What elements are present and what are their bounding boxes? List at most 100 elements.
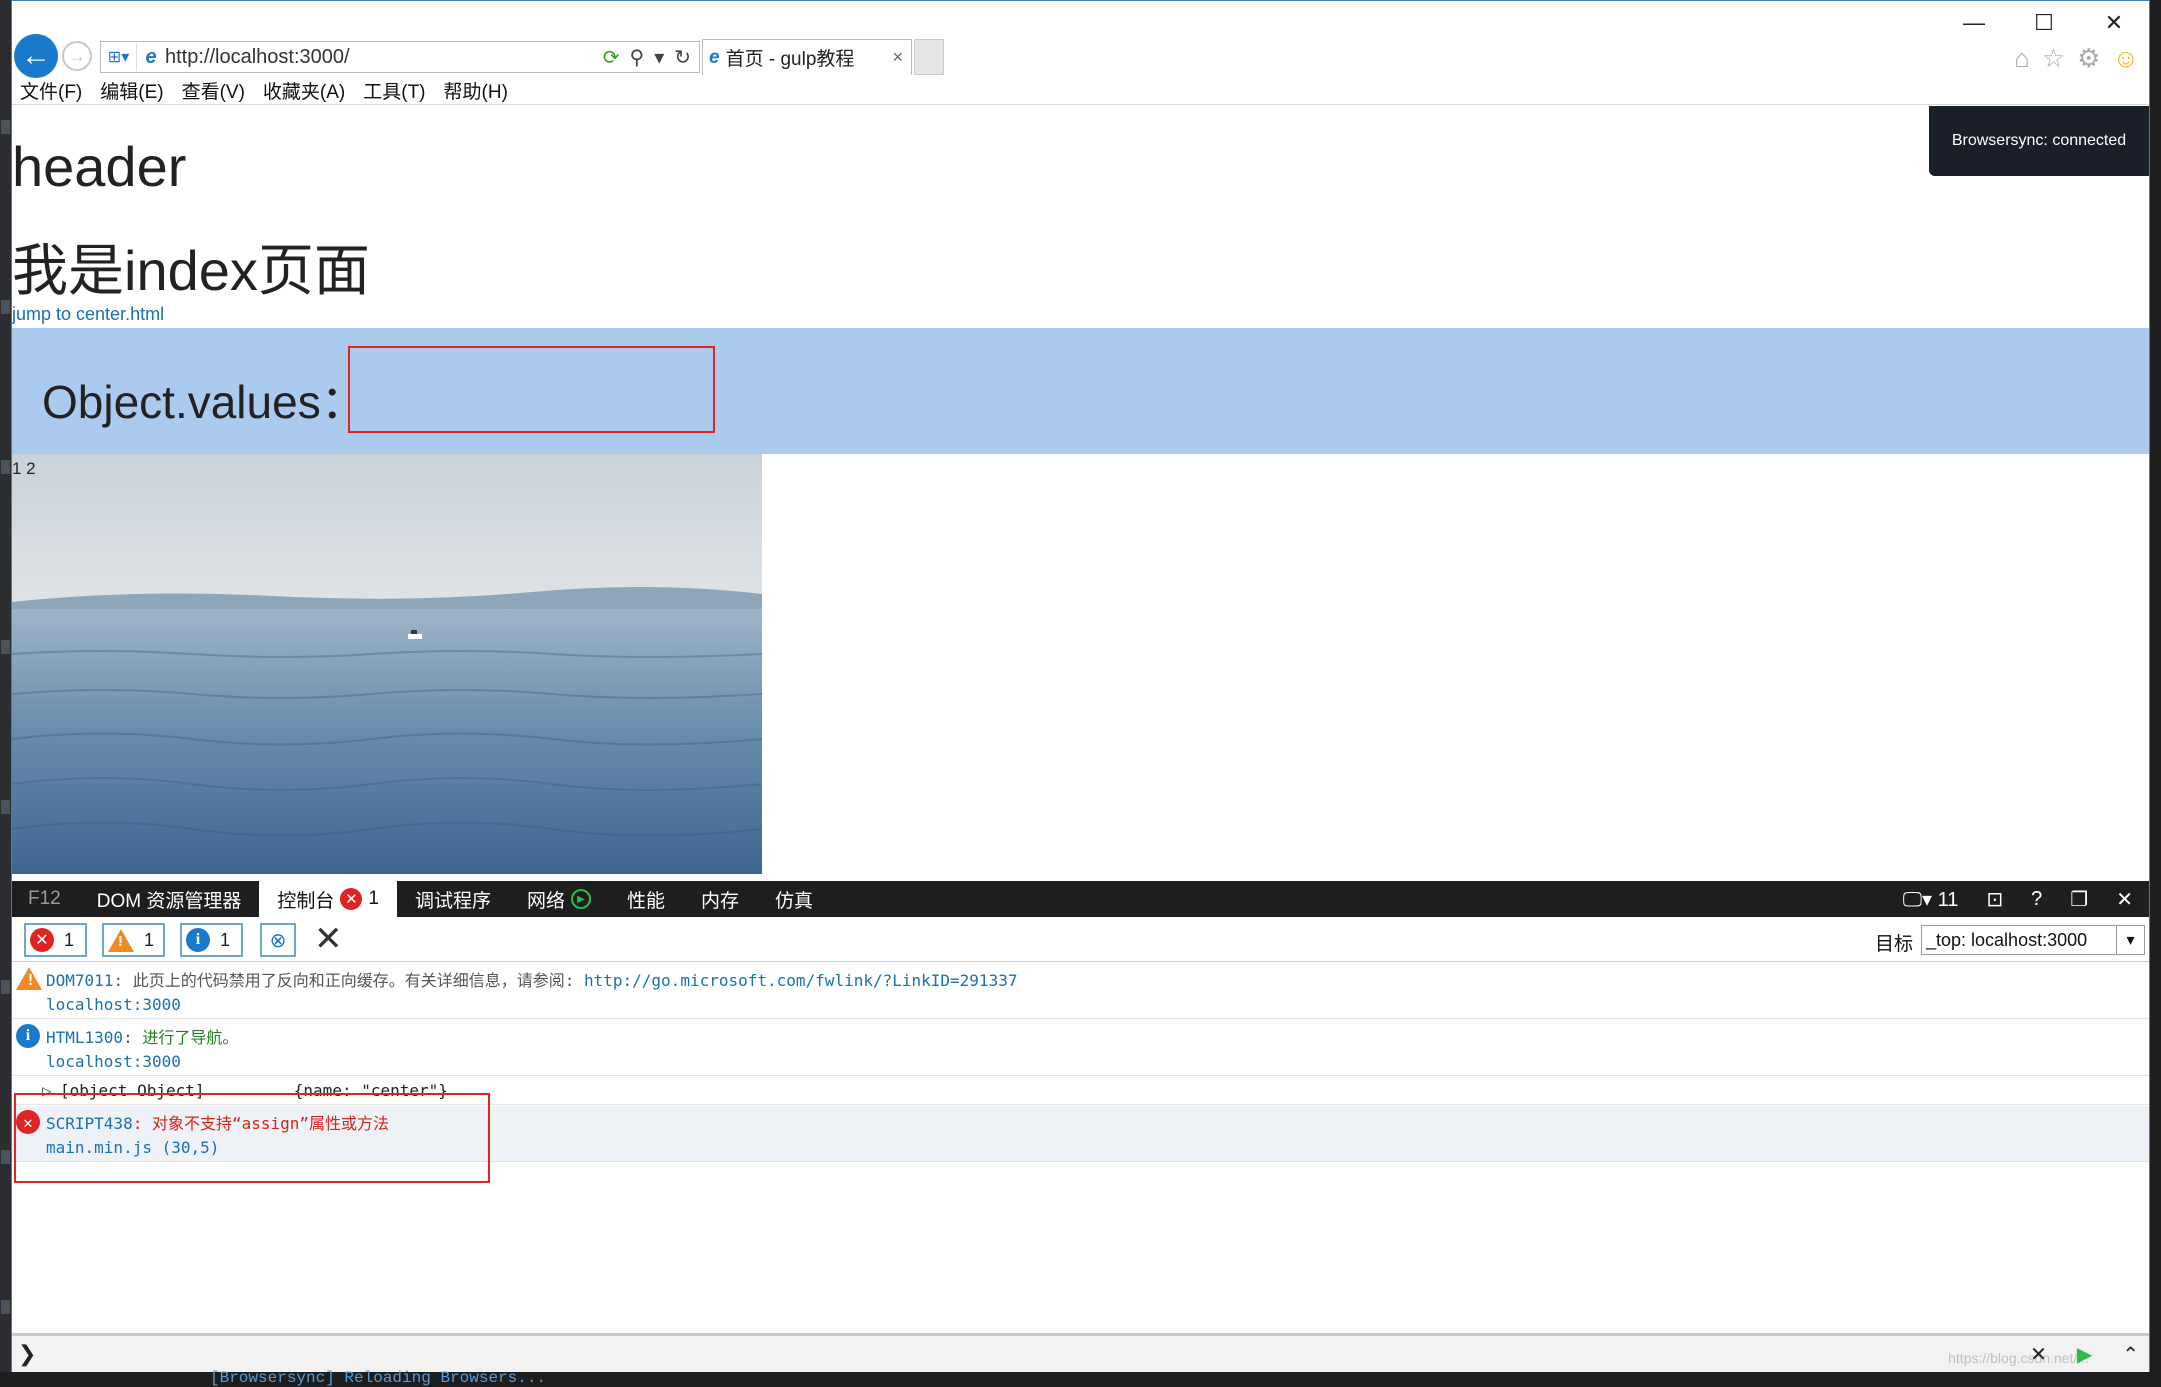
info-icon: i — [16, 1024, 40, 1048]
message-source[interactable]: localhost:3000 — [46, 1052, 181, 1071]
numbers-output: 1 2 — [12, 459, 36, 478]
gear-icon[interactable]: ⚙ — [2077, 43, 2100, 74]
menu-edit[interactable]: 编辑(E) — [100, 77, 163, 104]
tab-emulation[interactable]: 仿真 — [757, 881, 831, 917]
help-icon[interactable]: ? — [2031, 888, 2042, 911]
arrow-right-icon: → — [68, 45, 86, 66]
search-icon[interactable]: ⚲ — [630, 45, 645, 70]
close-devtools-icon[interactable]: ✕ — [2116, 887, 2133, 912]
filter-errors-button[interactable]: ✕ 1 — [24, 923, 87, 957]
console-input[interactable]: ❯ https://blog.csdn.net/... ✕ ▶ ⌃ — [12, 1333, 2149, 1373]
message-text: : 此页上的代码禁用了反向和正向缓存。有关详细信息，请参阅: — [113, 971, 584, 990]
menu-file[interactable]: 文件(F) — [20, 77, 82, 104]
error-badge-icon: ✕ — [340, 888, 363, 910]
clear-on-navigate-button[interactable]: ⊗ — [260, 923, 296, 957]
jump-link[interactable]: jump to center.html — [12, 304, 164, 325]
compat-view-icon[interactable]: ⊞▾ — [101, 43, 137, 71]
toolbar-icons: ⌂ ☆ ⚙ ☺ — [2014, 43, 2139, 74]
url-input[interactable]: http://localhost:3000/ — [165, 46, 603, 69]
tab-debugger[interactable]: 调试程序 — [397, 881, 509, 917]
page-header: header — [12, 135, 187, 198]
doc-mode-value: 11 — [1937, 888, 1959, 911]
devtools-right-controls: 🖵▾ 11 ⊡ ? ❐ ✕ — [1903, 887, 2149, 912]
menu-view[interactable]: 查看(V) — [182, 77, 245, 104]
tab-label: 性能 — [626, 890, 665, 912]
new-tab-button[interactable] — [914, 39, 944, 75]
tab-close-icon[interactable]: × — [892, 47, 911, 68]
reload-icon[interactable]: ↻ — [674, 45, 691, 70]
run-icon[interactable]: ▶ — [2077, 1342, 2092, 1367]
doc-mode-selector[interactable]: 🖵▾ 11 — [1903, 887, 1959, 912]
favorites-star-icon[interactable]: ☆ — [2042, 43, 2065, 74]
clear-navigate-icon: ⊗ — [269, 929, 287, 952]
target-label: 目标 — [1874, 934, 1913, 955]
console-output: DOM7011: 此页上的代码禁用了反向和正向缓存。有关详细信息，请参阅: ht… — [12, 963, 2149, 1333]
clear-console-button[interactable]: ✕ — [314, 919, 343, 959]
address-bar[interactable]: ⊞▾ e http://localhost:3000/ ⟳ ⚲ ▾ ↻ — [100, 41, 700, 73]
tab-console[interactable]: 控制台 ✕ 1 — [259, 881, 397, 917]
web-page: Browsersync: connected header 我是index页面 … — [12, 106, 2149, 879]
message-link[interactable]: http://go.microsoft.com/fwlink/?LinkID=2… — [584, 971, 1017, 990]
menu-bar: 文件(F) 编辑(E) 查看(V) 收藏夹(A) 工具(T) 帮助(H) — [20, 77, 508, 104]
back-button[interactable]: ← — [14, 34, 58, 78]
background-editor-edge — [0, 0, 11, 1382]
tab-label: 控制台 — [277, 890, 335, 912]
target-value: _top: localhost:3000 — [1926, 929, 2088, 950]
clear-input-icon[interactable]: ✕ — [2030, 1342, 2047, 1367]
undock-icon[interactable]: ❐ — [2070, 887, 2088, 912]
close-icon: ✕ — [314, 920, 343, 958]
refresh-site-icon[interactable]: ⟳ — [603, 45, 620, 70]
home-icon[interactable]: ⌂ — [2014, 43, 2030, 74]
ie-logo-icon: e — [709, 46, 720, 68]
dropdown-icon[interactable]: ▾ — [654, 45, 664, 70]
chevron-down-icon: ▾ — [2116, 926, 2144, 954]
ie-window: — ☐ ✕ ← → ⊞▾ e http://localhost:3000/ ⟳ … — [11, 0, 2150, 1373]
prompt-icon: ❯ — [18, 1341, 37, 1366]
browser-chrome: — ☐ ✕ ← → ⊞▾ e http://localhost:3000/ ⟳ … — [12, 1, 2149, 105]
tab-label: 仿真 — [775, 890, 814, 912]
filter-warnings-button[interactable]: 1 — [102, 923, 165, 957]
tab-title: 首页 - gulp教程 — [725, 49, 855, 70]
tab-memory[interactable]: 内存 — [683, 881, 757, 917]
highlight-box — [14, 1093, 490, 1183]
filter-info-button[interactable]: i 1 — [180, 923, 243, 957]
maximize-button[interactable]: ☐ — [2009, 1, 2079, 45]
warning-icon — [16, 967, 42, 990]
console-input-controls: ✕ ▶ ⌃ — [2030, 1342, 2139, 1367]
sea-image — [12, 454, 762, 874]
minimize-button[interactable]: — — [1939, 1, 2009, 45]
page-title: 我是index页面 — [12, 239, 370, 302]
message-source[interactable]: localhost:3000 — [46, 995, 181, 1014]
tab-dom-explorer[interactable]: DOM 资源管理器 — [79, 881, 260, 917]
expand-icon[interactable]: ⌃ — [2122, 1342, 2139, 1367]
close-window-button[interactable]: ✕ — [2079, 1, 2149, 45]
tab-label: 网络 — [526, 890, 565, 912]
message-text: : 进行了导航。 — [123, 1028, 239, 1047]
tab-label: 内存 — [701, 890, 740, 912]
browsersync-notification: Browsersync: connected — [1929, 106, 2149, 176]
tab-performance[interactable]: 性能 — [609, 881, 683, 917]
menu-tools[interactable]: 工具(T) — [363, 77, 425, 104]
f12-label: F12 — [28, 888, 61, 909]
tab-label: DOM 资源管理器 — [96, 890, 242, 912]
background-terminal: [Browsersync] Reloading Browsers... — [0, 1370, 2161, 1386]
info-count: 1 — [220, 929, 231, 950]
console-toggle-icon[interactable]: ⊡ — [1986, 887, 2003, 912]
feedback-smile-icon[interactable]: ☺ — [2112, 43, 2139, 74]
console-toolbar: ✕ 1 1 i 1 ⊗ ✕ 目标 _top: localhost:3000 ▾ — [12, 917, 2149, 962]
tab-home[interactable]: e 首页 - gulp教程 × — [702, 39, 912, 75]
object-values-label: Object.values： — [42, 376, 367, 428]
forward-button[interactable]: → — [62, 41, 92, 71]
menu-favorites[interactable]: 收藏夹(A) — [263, 77, 345, 104]
window-controls: — ☐ ✕ — [1939, 1, 2149, 45]
object-values-bar: Object.values： — [12, 328, 2149, 454]
ie-logo-icon: e — [145, 45, 157, 68]
warnings-count: 1 — [144, 929, 155, 950]
message-code: HTML1300 — [46, 1028, 124, 1047]
tab-network[interactable]: 网络 ▶ — [509, 881, 609, 917]
errors-count: 1 — [64, 929, 75, 950]
target-select[interactable]: _top: localhost:3000 ▾ — [1921, 925, 2145, 955]
monitor-icon: 🖵 — [1902, 888, 1923, 911]
menu-help[interactable]: 帮助(H) — [444, 77, 508, 104]
arrow-left-icon: ← — [21, 39, 51, 72]
